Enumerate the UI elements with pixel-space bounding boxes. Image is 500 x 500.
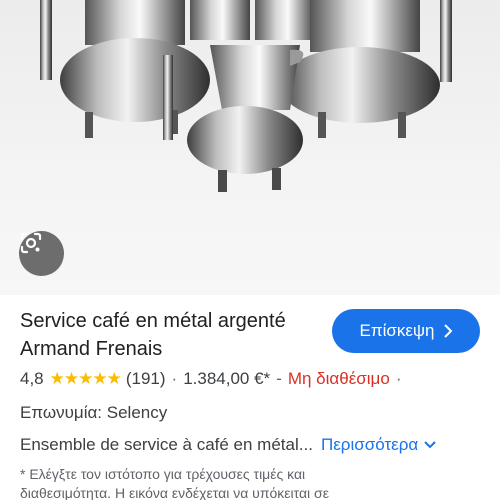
price-disclaimer: * Ελέγξτε τον ιστότοπο για τρέχουσες τιμ… xyxy=(20,466,329,500)
product-image[interactable] xyxy=(0,0,500,295)
chevron-down-icon xyxy=(424,441,436,449)
rating-price-row: 4,8 ★★★★★ (191) · 1.384,00 €* - Μη διαθέ… xyxy=(20,369,407,389)
more-button[interactable]: Περισσότερα xyxy=(321,435,436,455)
product-title[interactable]: Service café en métal argenté Armand Fre… xyxy=(20,307,320,363)
price: 1.384,00 €* xyxy=(183,369,271,388)
visit-button-label: Επίσκεψη xyxy=(359,321,435,340)
rating-value: 4,8 xyxy=(20,369,44,388)
availability-status: Μη διαθέσιμο xyxy=(287,369,390,388)
google-lens-icon xyxy=(20,232,42,254)
silver-tea-set-illustration xyxy=(40,0,452,192)
product-info-panel: Service café en métal argenté Armand Fre… xyxy=(0,295,500,500)
product-description: Ensemble de service à café en métal... xyxy=(20,435,313,454)
more-label: Περισσότερα xyxy=(320,435,419,454)
chevron-right-icon xyxy=(443,324,452,338)
separator-dot: · xyxy=(171,369,178,388)
separator-dot: - xyxy=(276,369,282,388)
brand-line: Επωνυμία: Selency xyxy=(20,403,168,422)
visit-button[interactable]: Επίσκεψη xyxy=(332,309,480,353)
google-lens-button[interactable] xyxy=(19,231,64,276)
separator-dot: · xyxy=(395,369,402,388)
description-row: Ensemble de service à café en métal... Π… xyxy=(20,435,436,455)
review-count[interactable]: (191) xyxy=(126,369,166,389)
rating-stars: ★★★★★ xyxy=(49,369,122,388)
